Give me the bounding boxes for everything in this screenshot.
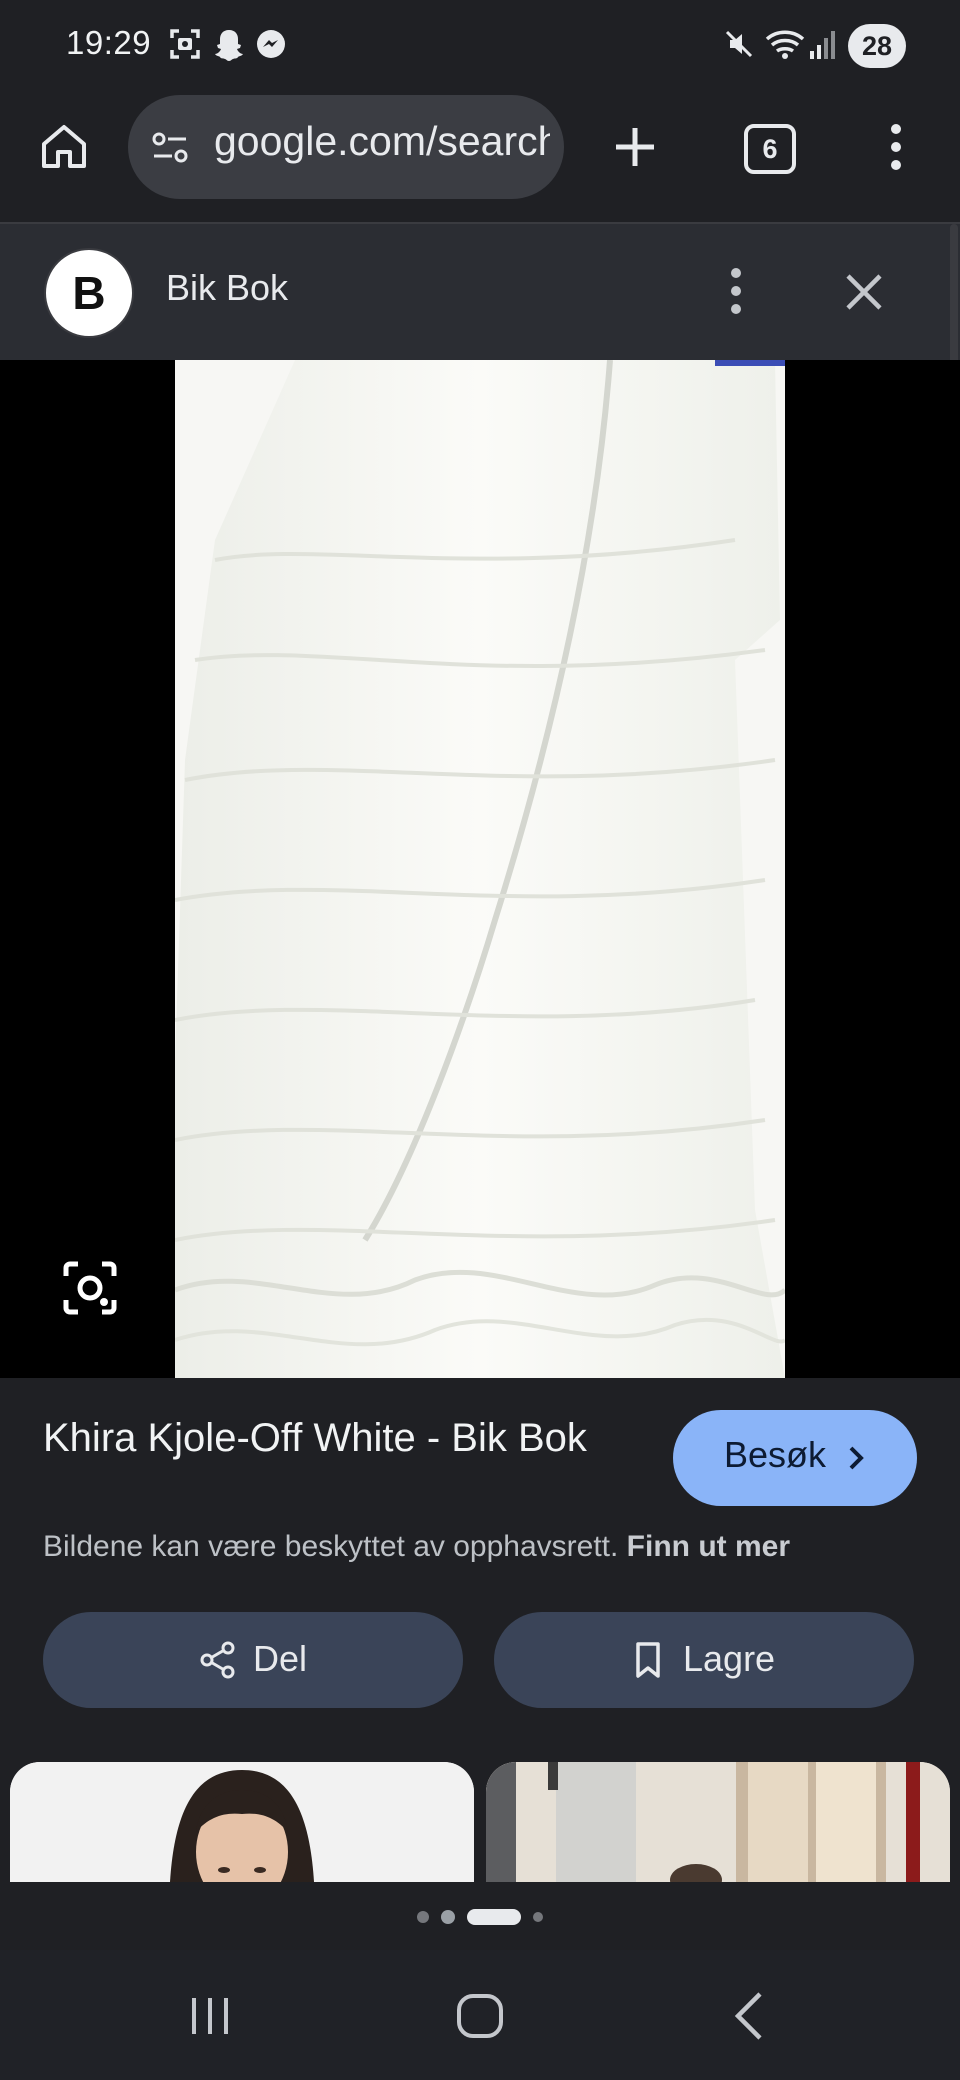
battery-indicator: 28 (848, 24, 906, 68)
back-icon[interactable] (720, 1988, 780, 2044)
signal-icon (808, 27, 838, 61)
new-tab-icon[interactable] (612, 124, 658, 170)
screenshot-icon (168, 27, 202, 61)
pager-dot[interactable] (417, 1911, 429, 1923)
share-label[interactable]: Del (253, 1638, 307, 1680)
product-image[interactable] (175, 360, 785, 1378)
source-logo[interactable]: B (44, 248, 134, 338)
home-icon[interactable] (38, 120, 90, 172)
close-icon[interactable] (842, 270, 886, 314)
copyright-text: Bildene kan være beskyttet av opphavsret… (43, 1530, 619, 1563)
url-text[interactable]: google.com/search (214, 118, 550, 165)
result-title[interactable]: Khira Kjole-Off White - Bik Bok (43, 1412, 643, 1465)
bookmark-icon (628, 1640, 668, 1680)
share-icon (198, 1640, 238, 1680)
learn-more-link[interactable]: Finn ut mer (627, 1530, 790, 1563)
visit-button-label[interactable]: Besøk (724, 1434, 826, 1476)
pager-dot-active[interactable] (467, 1909, 521, 1925)
snapchat-icon (212, 27, 246, 61)
pager-dot[interactable] (441, 1910, 455, 1924)
status-time: 19:29 (66, 24, 152, 61)
source-header (0, 224, 960, 360)
wifi-icon (764, 27, 806, 61)
site-info-icon[interactable] (150, 128, 190, 168)
source-name[interactable]: Bik Bok (166, 267, 288, 309)
chevron-right-icon (842, 1444, 870, 1472)
pager-dot[interactable] (533, 1912, 543, 1922)
related-image-2[interactable] (486, 1762, 950, 1882)
copyright-notice: Bildene kan være beskyttet av opphavsret… (43, 1530, 790, 1564)
related-image-1[interactable] (10, 1762, 474, 1882)
home-nav-icon[interactable] (450, 1988, 510, 2044)
source-menu-icon[interactable] (720, 266, 752, 316)
messenger-icon (254, 27, 288, 61)
more-vert-icon[interactable] (880, 122, 912, 172)
tabs-button[interactable]: 6 (744, 124, 796, 174)
mute-icon (722, 27, 756, 61)
recent-apps-icon[interactable] (180, 1988, 240, 2044)
lens-search-icon[interactable] (60, 1258, 120, 1318)
save-label[interactable]: Lagre (683, 1638, 775, 1680)
